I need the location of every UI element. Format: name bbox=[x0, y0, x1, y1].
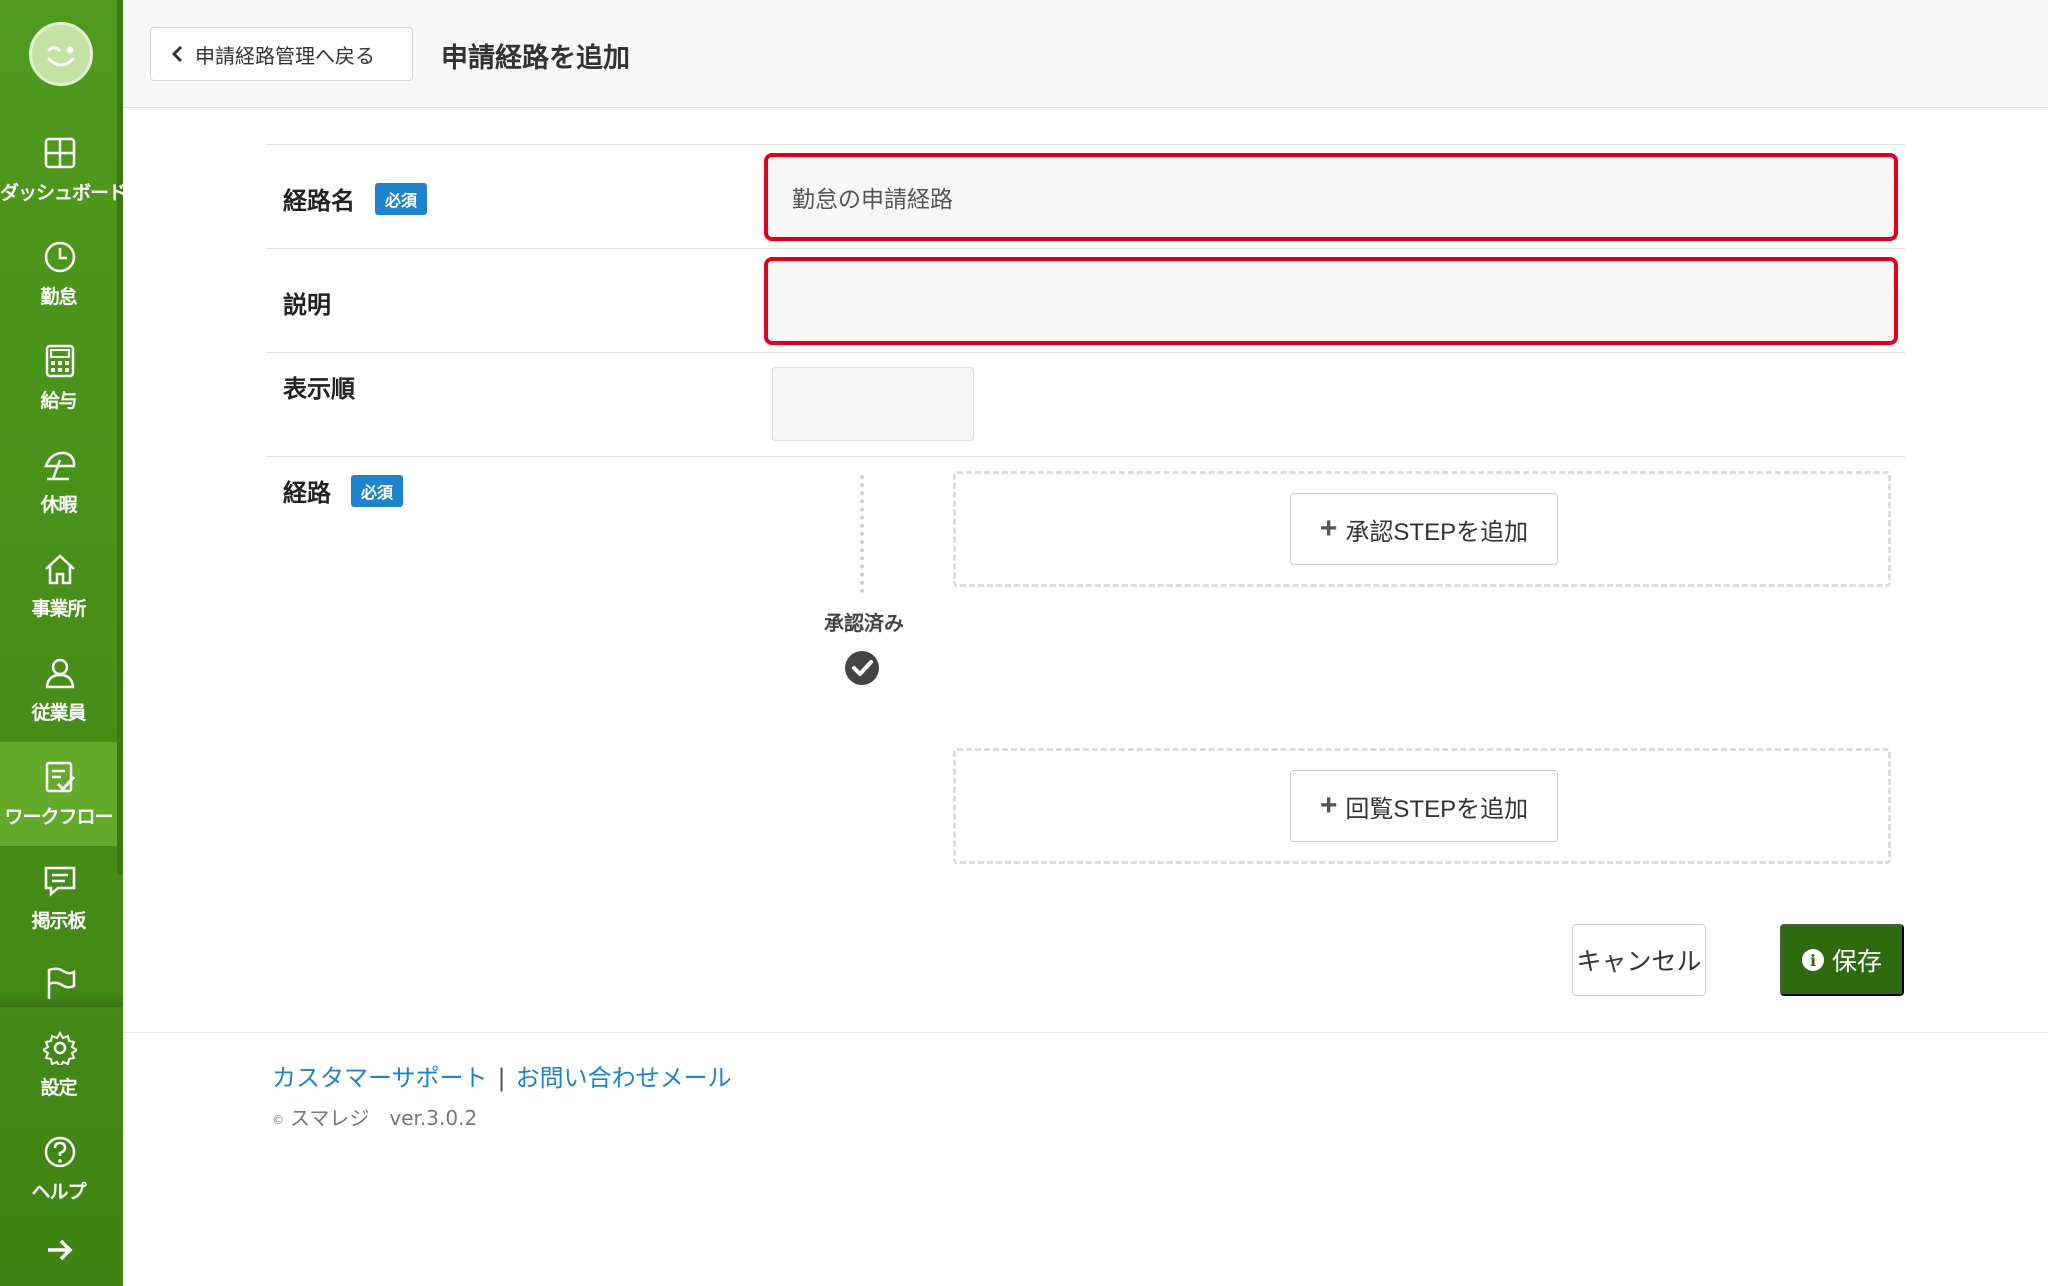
sidebar-item-label: 休暇 bbox=[40, 494, 77, 516]
plus-icon: + bbox=[1319, 789, 1338, 822]
gear-icon bbox=[43, 1031, 77, 1065]
route-form: 経路名 必須 勤怠の申請経路 説明 表示順 経路 必須 承認済み + 承認STE… bbox=[267, 144, 1905, 976]
sidebar-item-label: ワークフロー bbox=[4, 806, 113, 828]
chat-icon bbox=[44, 866, 76, 897]
person-icon bbox=[45, 658, 75, 689]
approved-label: 承認済み bbox=[824, 611, 904, 635]
info-icon: i bbox=[1801, 949, 1824, 971]
app-logo[interactable] bbox=[29, 22, 93, 86]
add-approval-step-button[interactable]: + 承認STEPを追加 bbox=[1290, 493, 1558, 565]
sidebar-item-leave[interactable]: 休暇 bbox=[0, 430, 117, 534]
description-input[interactable] bbox=[764, 257, 1898, 345]
sidebar-item-settings[interactable]: 設定 bbox=[0, 1013, 117, 1117]
chevron-left-icon bbox=[171, 45, 183, 63]
sidebar: ダッシュボード 勤怠 給与 休暇 事業所 従業員 ワークフロー 掲示板 設定 ヘ… bbox=[0, 0, 127, 1286]
sidebar-item-employees[interactable]: 従業員 bbox=[0, 638, 117, 742]
footer-copyright: © スマレジ ver.3.0.2 bbox=[272, 1102, 477, 1131]
footer-links: カスタマーサポート | お問い合わせメール bbox=[272, 1058, 732, 1093]
sidebar-item-help[interactable]: ヘルプ bbox=[0, 1117, 117, 1221]
plus-icon: + bbox=[1319, 512, 1338, 545]
copyright-symbol: © bbox=[272, 1112, 284, 1127]
save-button[interactable]: i 保存 bbox=[1780, 924, 1904, 996]
sidebar-scrollbar[interactable] bbox=[117, 0, 123, 875]
sidebar-divider bbox=[0, 995, 123, 1007]
approval-step-dropzone: + 承認STEPを追加 bbox=[953, 471, 1891, 587]
review-step-dropzone: + 回覧STEPを追加 bbox=[953, 748, 1891, 864]
route-name-input[interactable]: 勤怠の申請経路 bbox=[764, 153, 1898, 241]
display-order-input[interactable] bbox=[772, 367, 974, 441]
add-approval-step-label: 承認STEPを追加 bbox=[1345, 518, 1529, 546]
required-badge: 必須 bbox=[375, 182, 428, 215]
calculator-icon bbox=[45, 344, 75, 378]
copyright-text: スマレジ ver.3.0.2 bbox=[290, 1106, 478, 1130]
clipboard-check-icon bbox=[45, 761, 76, 793]
sidebar-item-dashboard[interactable]: ダッシュボード bbox=[0, 118, 127, 222]
description-label: 説明 bbox=[283, 291, 331, 319]
sidebar-item-label: ヘルプ bbox=[31, 1181, 86, 1203]
sidebar-item-label: 勤怠 bbox=[40, 286, 77, 308]
help-icon bbox=[44, 1136, 76, 1168]
route-connector-line bbox=[860, 475, 864, 593]
route-name-row: 経路名 必須 勤怠の申請経路 bbox=[267, 144, 1905, 248]
check-circle-icon bbox=[845, 651, 879, 685]
cancel-button[interactable]: キャンセル bbox=[1572, 924, 1706, 996]
back-button[interactable]: 申請経路管理へ戻る bbox=[150, 27, 413, 81]
route-name-label: 経路名 bbox=[283, 187, 355, 215]
footer-separator: | bbox=[497, 1064, 506, 1092]
display-order-label: 表示順 bbox=[283, 375, 355, 403]
back-button-label: 申請経路管理へ戻る bbox=[195, 45, 375, 68]
display-order-row: 表示順 bbox=[267, 352, 1905, 456]
sidebar-item-attendance[interactable]: 勤怠 bbox=[0, 222, 117, 326]
route-name-label-group: 経路名 必須 bbox=[283, 181, 428, 216]
home-icon bbox=[45, 554, 75, 585]
sidebar-item-label: ダッシュボード bbox=[0, 182, 127, 204]
sidebar-item-board[interactable]: 掲示板 bbox=[0, 846, 117, 950]
customer-support-link[interactable]: カスタマーサポート bbox=[272, 1064, 488, 1092]
dashboard-icon bbox=[44, 137, 76, 169]
clock-icon bbox=[44, 241, 76, 273]
add-review-step-button[interactable]: + 回覧STEPを追加 bbox=[1290, 770, 1558, 842]
umbrella-icon bbox=[44, 451, 76, 481]
contact-mail-link[interactable]: お問い合わせメール bbox=[516, 1064, 732, 1092]
display-order-label-group: 表示順 bbox=[283, 369, 355, 404]
collapse-arrow-icon[interactable] bbox=[46, 1238, 74, 1262]
sidebar-item-label: 設定 bbox=[40, 1077, 77, 1099]
add-review-step-label: 回覧STEPを追加 bbox=[1345, 795, 1529, 823]
save-button-label: 保存 bbox=[1831, 948, 1882, 976]
sidebar-item-office[interactable]: 事業所 bbox=[0, 534, 117, 638]
sidebar-item-workflow[interactable]: ワークフロー bbox=[0, 742, 117, 846]
route-label: 経路 bbox=[283, 479, 331, 507]
sidebar-item-label: 掲示板 bbox=[31, 910, 86, 932]
sidebar-item-label: 給与 bbox=[40, 390, 77, 412]
footer-divider bbox=[123, 1032, 2048, 1033]
sidebar-item-label: 事業所 bbox=[31, 598, 86, 620]
description-row: 説明 bbox=[267, 248, 1905, 352]
route-label-group: 経路 必須 bbox=[283, 473, 404, 508]
page-title: 申請経路を追加 bbox=[441, 43, 630, 74]
route-row: 経路 必須 承認済み + 承認STEPを追加 + 回覧STEPを追加 bbox=[267, 456, 1905, 976]
sidebar-item-label: 従業員 bbox=[31, 702, 86, 724]
required-badge: 必須 bbox=[351, 474, 404, 507]
description-label-group: 説明 bbox=[283, 285, 331, 320]
sidebar-item-payroll[interactable]: 給与 bbox=[0, 326, 117, 430]
page-header: 申請経路管理へ戻る 申請経路を追加 bbox=[123, 0, 2048, 108]
